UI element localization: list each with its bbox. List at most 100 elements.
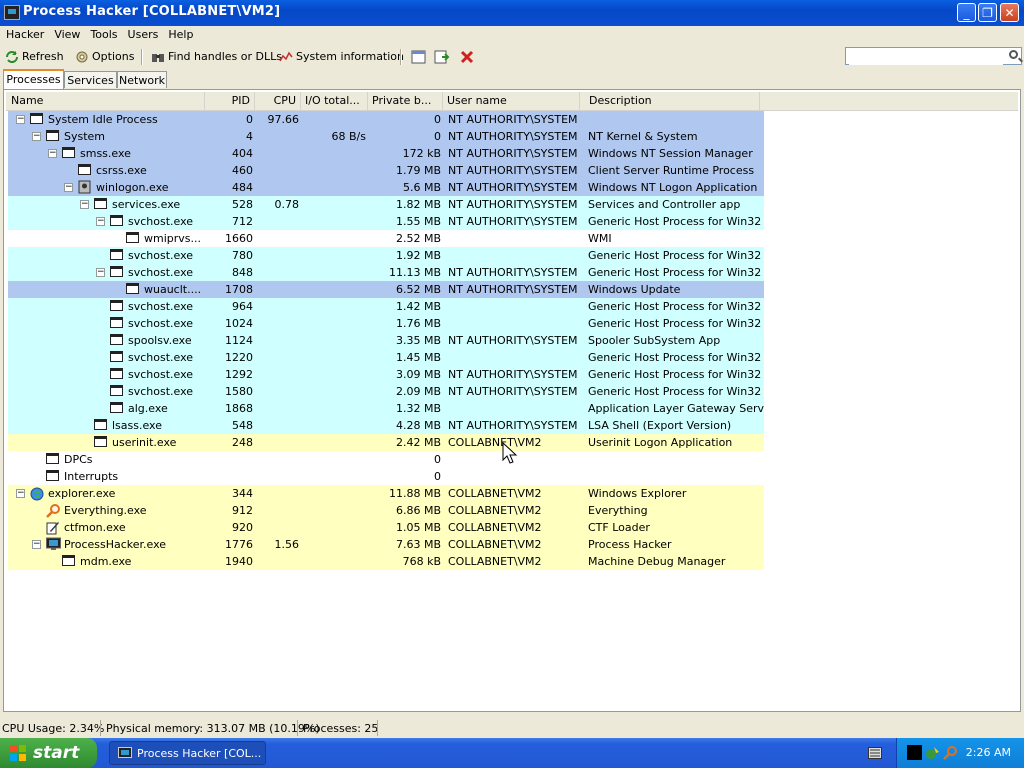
process-row[interactable]: svchost.exe 1024 1.76 MB Generic Host Proce… xyxy=(8,315,764,332)
process-pid: 1580 xyxy=(225,385,253,398)
network-icon[interactable] xyxy=(925,745,941,761)
refresh-icon xyxy=(6,51,18,63)
window-icon[interactable] xyxy=(411,50,426,64)
tree-expander-icon[interactable]: − xyxy=(96,268,105,277)
process-row[interactable]: svchost.exe 1292 3.09 MB NT AUTHORITY\SYSTE… xyxy=(8,366,764,383)
menu-view[interactable]: View xyxy=(49,26,85,41)
find-handles-button[interactable]: Find handles or DLLs xyxy=(151,49,282,65)
column-pid[interactable]: PID xyxy=(205,92,255,110)
process-cpu xyxy=(257,298,299,315)
search-box[interactable] xyxy=(845,47,1022,65)
process-pid: 1024 xyxy=(225,317,253,330)
process-row[interactable]: − System 4 68 B/s 0 NT AUTHORITY\SYSTEM NT Ker… xyxy=(8,128,764,145)
menu-hacker[interactable]: Hacker xyxy=(1,26,49,41)
process-row[interactable]: − ProcessHacker.exe 1776 1.56 7.63 MB COLLABN… xyxy=(8,536,764,553)
column-description[interactable]: Description xyxy=(580,92,760,110)
column-name[interactable]: Name xyxy=(6,92,205,110)
process-row[interactable]: − explorer.exe 344 11.88 MB COLLABNET\VM2 Win… xyxy=(8,485,764,502)
app-icon xyxy=(4,5,20,20)
process-pid: 780 xyxy=(232,249,253,262)
column-user-name[interactable]: User name xyxy=(443,92,580,110)
keyboard-icon[interactable] xyxy=(868,747,882,759)
process-user xyxy=(448,230,582,247)
menu-tools[interactable]: Tools xyxy=(85,26,122,41)
column-io-total[interactable]: I/O total... xyxy=(301,92,368,110)
process-row[interactable]: Everything.exe 912 6.86 MB COLLABNET\VM2 Eve… xyxy=(8,502,764,519)
process-row[interactable]: − svchost.exe 712 1.55 MB NT AUTHORITY\SYSTE… xyxy=(8,213,764,230)
process-io xyxy=(303,451,366,468)
process-row[interactable]: − services.exe 528 0.78 1.82 MB NT AUTHORITY\… xyxy=(8,196,764,213)
process-desc: Windows NT Session Manager xyxy=(588,147,753,160)
tab-processes[interactable]: Processes xyxy=(3,69,64,89)
maximize-button[interactable]: ❐ xyxy=(978,3,997,22)
process-cpu xyxy=(257,485,299,502)
process-row[interactable]: − smss.exe 404 172 kB NT AUTHORITY\SYSTEM Win… xyxy=(8,145,764,162)
tree-expander-icon[interactable]: − xyxy=(80,200,89,209)
process-row[interactable]: Interrupts 0 xyxy=(8,468,764,485)
process-window-icon xyxy=(94,198,107,209)
process-io xyxy=(303,298,366,315)
process-cpu xyxy=(257,281,299,298)
process-row[interactable]: csrss.exe 460 1.79 MB NT AUTHORITY\SYSTEM Cl… xyxy=(8,162,764,179)
process-desc: Windows Explorer xyxy=(588,487,687,500)
process-row[interactable]: mdm.exe 1940 768 kB COLLABNET\VM2 Machine De… xyxy=(8,553,764,570)
process-row[interactable]: − svchost.exe 848 11.13 MB NT AUTHORITY\SYST… xyxy=(8,264,764,281)
menu-users[interactable]: Users xyxy=(123,26,164,41)
process-name: svchost.exe xyxy=(128,249,194,262)
tree-expander-icon[interactable]: − xyxy=(16,115,25,124)
tree-expander-icon[interactable]: − xyxy=(16,489,25,498)
console-icon[interactable] xyxy=(907,745,922,760)
find-window-icon[interactable] xyxy=(434,50,450,64)
process-row[interactable]: wmiprvs... 1660 2.52 MB WMI xyxy=(8,230,764,247)
tree-expander-icon[interactable]: − xyxy=(64,183,73,192)
column-cpu[interactable]: CPU xyxy=(255,92,301,110)
options-button[interactable]: Options xyxy=(75,49,134,65)
everything-search-icon[interactable] xyxy=(943,745,959,761)
tab-network[interactable]: Network xyxy=(117,71,167,88)
process-row[interactable]: ctfmon.exe 920 1.05 MB COLLABNET\VM2 CTF Loa… xyxy=(8,519,764,536)
minimize-button[interactable]: _ xyxy=(957,3,976,22)
process-row[interactable]: wuauclt.... 1708 6.52 MB NT AUTHORITY\SYSTE… xyxy=(8,281,764,298)
process-pid: 848 xyxy=(232,266,253,279)
search-icon[interactable] xyxy=(1009,50,1018,59)
process-desc: NT Kernel & System xyxy=(588,130,698,143)
process-row[interactable]: svchost.exe 1220 1.45 MB Generic Host Proce… xyxy=(8,349,764,366)
menu-help[interactable]: Help xyxy=(163,26,198,41)
process-priv: 6.86 MB xyxy=(395,504,441,517)
process-io xyxy=(303,145,366,162)
tree-expander-icon[interactable]: − xyxy=(96,217,105,226)
close-button[interactable]: ✕ xyxy=(1000,3,1019,22)
process-row[interactable]: svchost.exe 1580 2.09 MB NT AUTHORITY\SYSTE… xyxy=(8,383,764,400)
process-row[interactable]: svchost.exe 964 1.42 MB Generic Host Proces… xyxy=(8,298,764,315)
process-cpu xyxy=(257,264,299,281)
tree-expander-icon[interactable]: − xyxy=(48,149,57,158)
taskbar: start Process Hacker [COL... 2:26 AM xyxy=(0,738,1024,768)
process-user xyxy=(448,400,582,417)
process-row[interactable]: lsass.exe 548 4.28 MB NT AUTHORITY\SYSTEM LS… xyxy=(8,417,764,434)
process-row[interactable]: − System Idle Process 0 97.66 0 NT AUTHORITY\… xyxy=(8,111,764,128)
options-label: Options xyxy=(92,50,135,63)
menu-bar: Hacker View Tools Users Help xyxy=(0,26,1024,44)
process-row[interactable]: alg.exe 1868 1.32 MB Application Layer Gate… xyxy=(8,400,764,417)
tree-expander-icon[interactable]: − xyxy=(32,540,41,549)
start-button[interactable]: start xyxy=(0,738,97,768)
process-name: DPCs xyxy=(64,453,93,466)
process-row[interactable]: userinit.exe 248 2.42 MB COLLABNET\VM2 Useri… xyxy=(8,434,764,451)
process-cpu xyxy=(257,417,299,434)
terminate-icon[interactable] xyxy=(460,50,474,64)
system-information-button[interactable]: System information xyxy=(279,49,404,65)
column-private-bytes[interactable]: Private b... xyxy=(368,92,443,110)
process-desc: Windows NT Logon Application xyxy=(588,181,758,194)
process-row[interactable]: − winlogon.exe 484 5.6 MB NT AUTHORITY\SYSTE… xyxy=(8,179,764,196)
tree-expander-icon[interactable]: − xyxy=(32,132,41,141)
process-row[interactable]: spoolsv.exe 1124 3.35 MB NT AUTHORITY\SYSTE… xyxy=(8,332,764,349)
process-pid: 548 xyxy=(232,419,253,432)
process-row[interactable]: svchost.exe 780 1.92 MB Generic Host Proces… xyxy=(8,247,764,264)
search-input[interactable] xyxy=(849,49,1003,65)
process-priv: 2.52 MB xyxy=(395,232,441,245)
process-row[interactable]: DPCs 0 xyxy=(8,451,764,468)
tab-services[interactable]: Services xyxy=(64,71,117,88)
taskbar-process-hacker-button[interactable]: Process Hacker [COL... xyxy=(109,741,266,765)
process-list-panel: Name PID CPU I/O total... Private b... U… xyxy=(3,89,1021,712)
refresh-button[interactable]: Refresh xyxy=(5,49,64,65)
